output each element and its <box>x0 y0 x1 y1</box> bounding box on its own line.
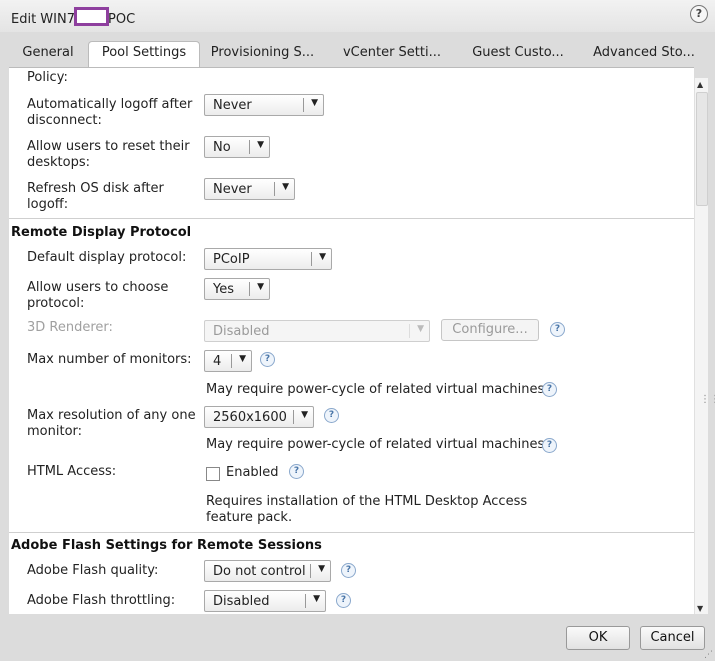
chevron-down-icon: ▼ <box>257 140 264 150</box>
max-resolution-label-2: monitor: <box>27 424 83 439</box>
refresh-os-label-2: logoff: <box>27 197 69 212</box>
tab-advanced-storage[interactable]: Advanced Sto... <box>588 42 700 66</box>
select-separator <box>231 354 232 368</box>
chevron-down-icon: ▼ <box>239 354 246 364</box>
chevron-down-icon: ▼ <box>319 252 326 262</box>
dialog-footer: OK Cancel <box>0 614 715 661</box>
cancel-button[interactable]: Cancel <box>640 626 705 650</box>
help-icon[interactable]: ? <box>341 563 356 578</box>
remote-display-heading: Remote Display Protocol <box>11 225 192 240</box>
arrow-up-icon[interactable]: ▲ <box>697 80 703 89</box>
select-separator <box>274 182 275 196</box>
select-separator <box>249 282 250 296</box>
select-separator <box>305 594 306 608</box>
help-icon[interactable]: ? <box>336 593 351 608</box>
allow-reset-label-2: desktops: <box>27 155 91 170</box>
max-resolution-value: 2560x1600 <box>213 410 287 425</box>
scrollbar-thumb[interactable] <box>696 92 708 206</box>
renderer-label: 3D Renderer: <box>27 320 113 335</box>
select-separator <box>303 98 304 112</box>
allow-choose-label-1: Allow users to choose <box>27 280 169 295</box>
flash-throttling-label: Adobe Flash throttling: <box>27 593 176 608</box>
chevron-down-icon: ▼ <box>311 98 318 108</box>
tab-strip: General Pool Settings Provisioning S... … <box>0 32 715 69</box>
default-protocol-value: PCoIP <box>213 252 250 267</box>
help-icon[interactable]: ? <box>690 5 708 23</box>
chevron-down-icon: ▼ <box>257 282 264 292</box>
section-divider <box>9 218 694 219</box>
html-access-note-2: feature pack. <box>206 510 293 525</box>
help-icon[interactable]: ? <box>542 438 557 453</box>
max-monitors-label: Max number of monitors: <box>27 352 192 367</box>
auto-logoff-value: Never <box>213 98 252 113</box>
allow-reset-label-1: Allow users to reset their <box>27 139 190 154</box>
select-separator <box>249 140 250 154</box>
resize-grip-icon[interactable]: ⋰ <box>704 650 713 660</box>
default-protocol-select[interactable]: PCoIP ▼ <box>204 248 332 270</box>
policy-label: Policy: <box>27 70 68 85</box>
allow-choose-select[interactable]: Yes ▼ <box>204 278 270 300</box>
section-divider <box>9 532 694 533</box>
allow-reset-select[interactable]: No ▼ <box>204 136 270 158</box>
help-icon[interactable]: ? <box>289 464 304 479</box>
flash-quality-value: Do not control <box>213 564 306 579</box>
refresh-os-select[interactable]: Never ▼ <box>204 178 295 200</box>
flash-throttling-select[interactable]: Disabled ▼ <box>204 590 326 612</box>
html-access-checkbox[interactable] <box>206 467 220 481</box>
html-access-label: HTML Access: <box>27 464 117 479</box>
flash-throttling-value: Disabled <box>213 594 270 609</box>
select-separator <box>293 410 294 424</box>
select-separator <box>310 564 311 578</box>
tab-pool-settings[interactable]: Pool Settings <box>88 41 200 69</box>
auto-logoff-label-1: Automatically logoff after <box>27 97 193 112</box>
chevron-down-icon: ▼ <box>282 182 289 192</box>
dialog-title: Edit WIN7 POC <box>11 7 135 27</box>
dialog-title-suffix: POC <box>108 12 136 27</box>
help-icon[interactable]: ? <box>550 322 565 337</box>
splitter-grip-icon[interactable]: ⋮⋮ <box>700 395 715 405</box>
auto-logoff-label-2: disconnect: <box>27 113 102 128</box>
chevron-down-icon: ▼ <box>417 324 424 334</box>
help-icon[interactable]: ? <box>260 352 275 367</box>
auto-logoff-select[interactable]: Never ▼ <box>204 94 324 116</box>
refresh-os-value: Never <box>213 182 252 197</box>
configure-button[interactable]: Configure... <box>441 319 539 341</box>
renderer-value: Disabled <box>213 324 270 339</box>
html-access-checkbox-label[interactable]: Enabled <box>226 465 279 481</box>
allow-reset-value: No <box>213 140 231 155</box>
vertical-scrollbar[interactable]: ▲ ▼ <box>694 78 708 614</box>
redaction-box <box>74 7 109 26</box>
arrow-down-icon[interactable]: ▼ <box>697 604 703 613</box>
tab-general[interactable]: General <box>13 42 83 66</box>
flash-heading: Adobe Flash Settings for Remote Sessions <box>11 538 322 553</box>
help-icon[interactable]: ? <box>542 382 557 397</box>
chevron-down-icon: ▼ <box>318 564 325 574</box>
tab-guest-customization[interactable]: Guest Custo... <box>462 42 574 66</box>
tab-vcenter-settings[interactable]: vCenter Setti... <box>336 42 448 66</box>
dialog-title-prefix: Edit WIN7 <box>11 12 75 27</box>
html-access-note-1: Requires installation of the HTML Deskto… <box>206 494 528 509</box>
max-monitors-select[interactable]: 4 ▼ <box>204 350 252 372</box>
flash-quality-label: Adobe Flash quality: <box>27 563 159 578</box>
renderer-select[interactable]: Disabled ▼ <box>204 320 430 342</box>
refresh-os-label-1: Refresh OS disk after <box>27 181 164 196</box>
max-resolution-note: May require power-cycle of related virtu… <box>206 437 545 452</box>
pool-settings-panel[interactable]: Policy: Automatically logoff after disco… <box>9 67 694 615</box>
select-separator <box>409 324 410 338</box>
ok-button[interactable]: OK <box>566 626 630 650</box>
allow-choose-value: Yes <box>213 282 234 297</box>
tab-provisioning-settings[interactable]: Provisioning S... <box>205 42 320 66</box>
chevron-down-icon: ▼ <box>313 594 320 604</box>
max-resolution-label-1: Max resolution of any one <box>27 408 196 423</box>
flash-quality-select[interactable]: Do not control ▼ <box>204 560 331 582</box>
max-monitors-note: May require power-cycle of related virtu… <box>206 382 545 397</box>
max-resolution-select[interactable]: 2560x1600 ▼ <box>204 406 314 428</box>
max-monitors-value: 4 <box>213 354 222 369</box>
chevron-down-icon: ▼ <box>301 410 308 420</box>
allow-choose-label-2: protocol: <box>27 296 85 311</box>
help-icon[interactable]: ? <box>324 408 339 423</box>
default-protocol-label: Default display protocol: <box>27 250 187 265</box>
dialog-title-bar: Edit WIN7 POC ? <box>0 0 715 32</box>
select-separator <box>311 252 312 266</box>
